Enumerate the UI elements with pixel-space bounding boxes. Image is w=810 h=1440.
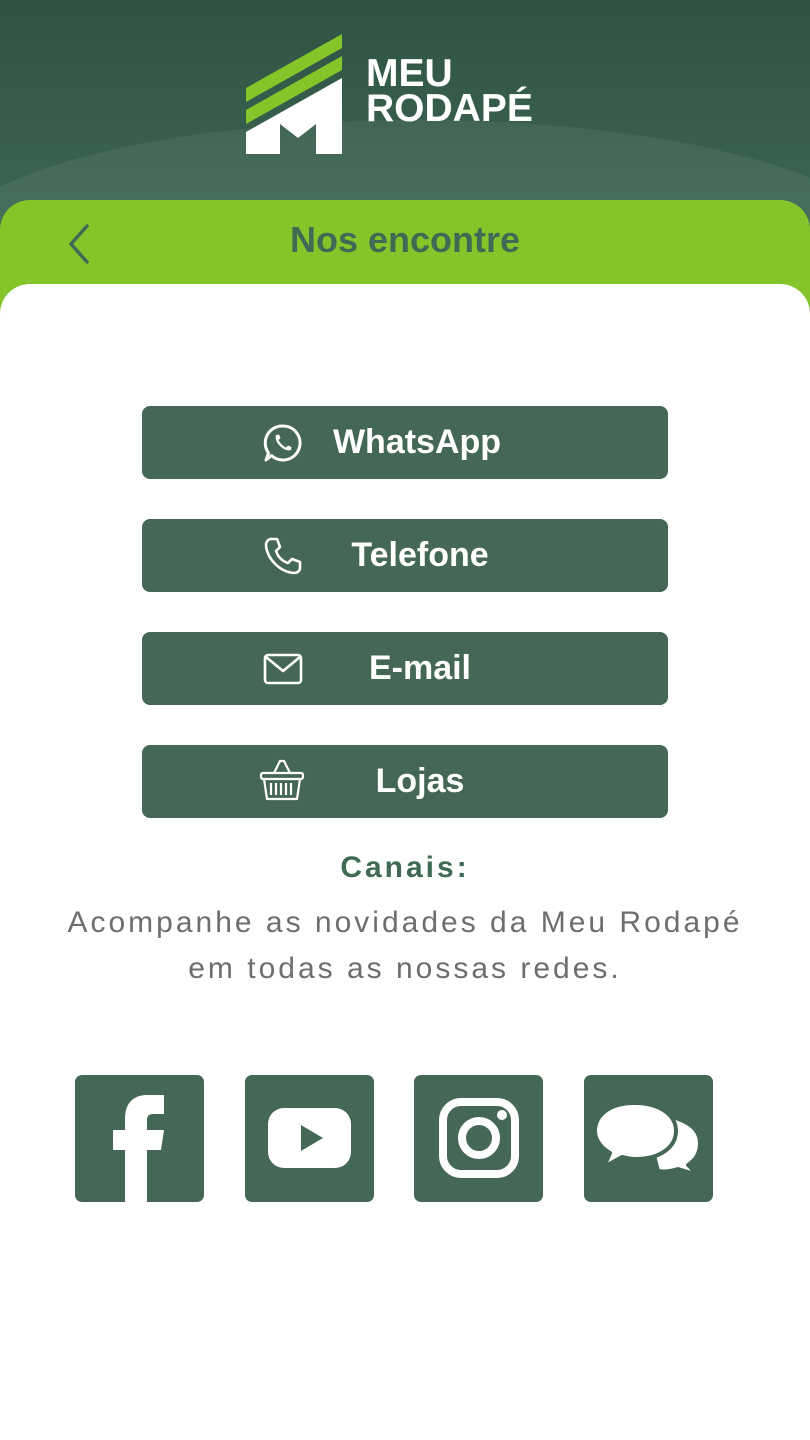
facebook-icon — [113, 1095, 164, 1202]
logo-mark-icon — [246, 34, 342, 154]
logo-text-line2: RODAPÉ — [366, 87, 533, 130]
channels-description: Acompanhe as novidades da Meu Rodapé em … — [67, 906, 743, 985]
facebook-button[interactable] — [75, 1075, 204, 1202]
email-label: E-mail — [368, 649, 472, 687]
email-button[interactable]: E-mail — [142, 632, 668, 705]
channels-heading: Canais: — [340, 851, 470, 884]
whatsapp-button[interactable]: WhatsApp — [142, 406, 668, 479]
chat-button[interactable] — [584, 1075, 713, 1202]
page-title: Nos encontre — [289, 219, 521, 260]
instagram-icon — [439, 1098, 519, 1178]
stores-button[interactable]: Lojas — [142, 745, 668, 818]
brand-logo: MEU RODAPÉ — [246, 34, 576, 156]
youtube-icon — [268, 1108, 351, 1168]
phone-label: Telefone — [351, 536, 489, 574]
chat-bubbles-icon — [593, 1101, 702, 1177]
youtube-button[interactable] — [245, 1075, 374, 1202]
logo-text-line1: MEU — [366, 52, 453, 95]
instagram-button[interactable] — [414, 1075, 543, 1202]
stores-label: Lojas — [375, 762, 465, 800]
phone-button[interactable]: Telefone — [142, 519, 668, 592]
logo-text: MEU RODAPÉ — [366, 52, 533, 130]
whatsapp-label: WhatsApp — [332, 423, 502, 461]
